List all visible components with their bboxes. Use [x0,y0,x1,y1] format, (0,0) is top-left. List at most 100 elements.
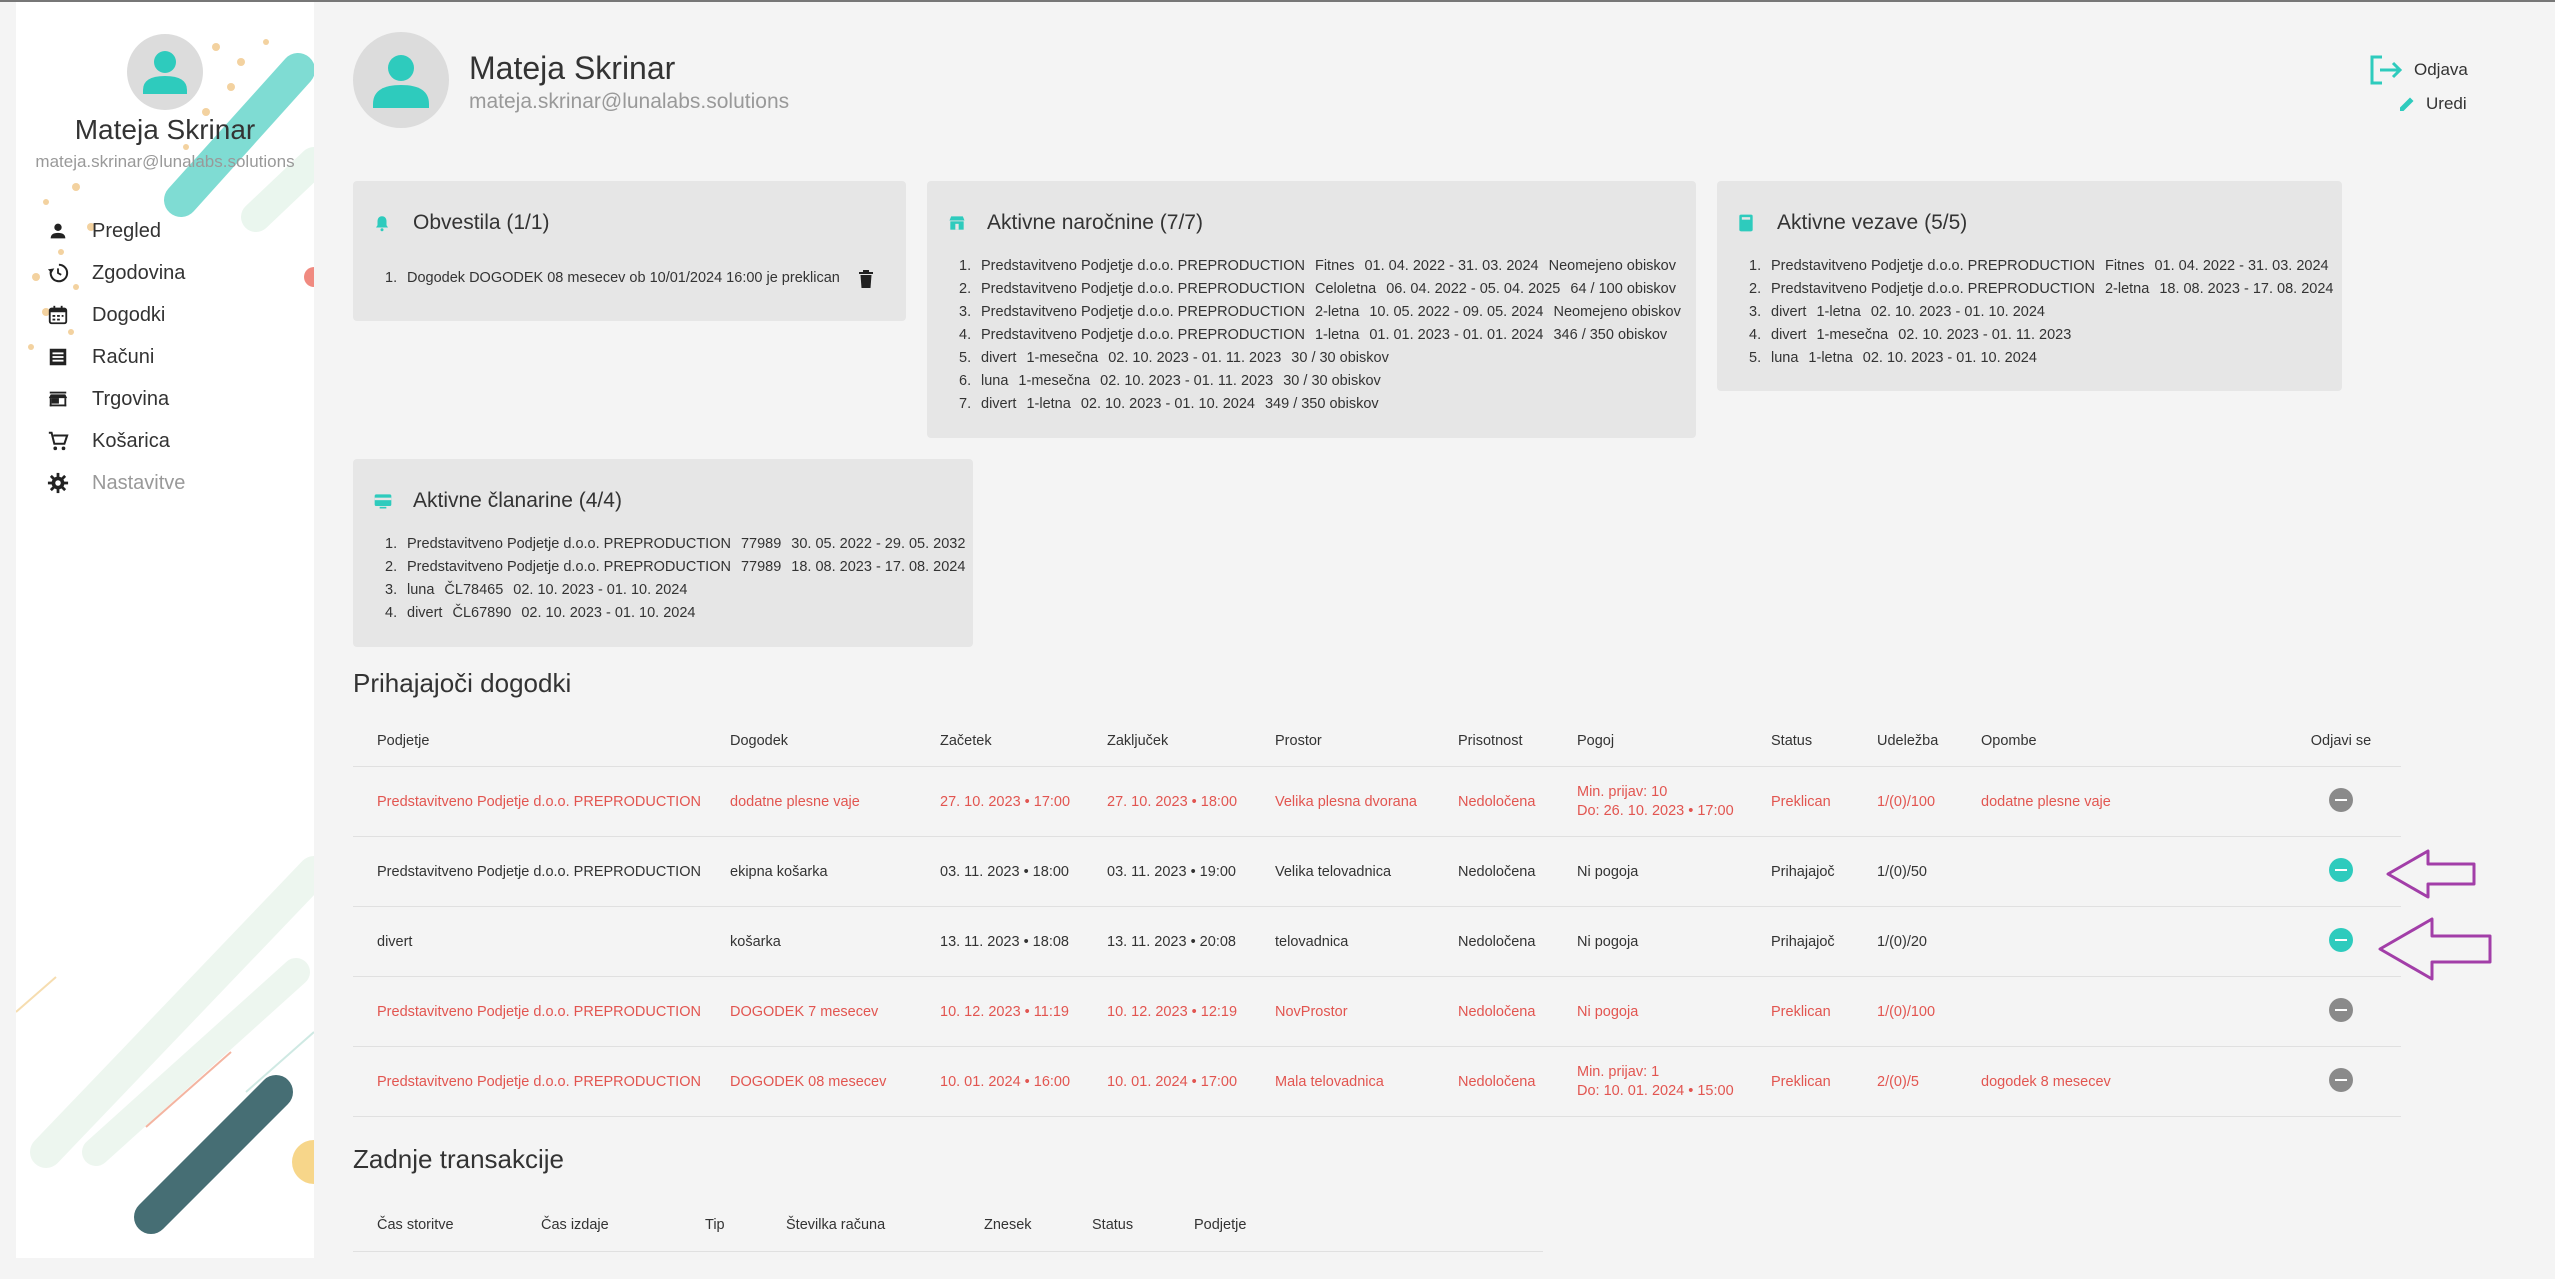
sidebar-item-kosarica[interactable]: Košarica [46,420,306,462]
sidebar-item-nastavitve[interactable]: Nastavitve [46,462,306,504]
cell-end: 10. 01. 2024 • 17:00 [1083,1046,1251,1117]
delete-notification-button[interactable] [858,269,874,288]
edit-label: Uredi [2426,94,2467,113]
sidebar-item-label: Pregled [92,219,161,242]
cell-condition: Min. prijav: 1 Do: 10. 01. 2024 • 15:00 [1553,1046,1747,1117]
list-item: 2. Predstavitveno Podjetje d.o.o. PREPROD… [385,556,965,579]
unsubscribe-button[interactable] [2329,927,2353,952]
card-icon [373,490,395,512]
unsubscribe-button[interactable] [2329,1067,2353,1092]
list-field: 30. 05. 2022 - 29. 05. 2032 [791,536,966,552]
list-item: 1. Predstavitveno Podjetje d.o.o. PREPROD… [959,255,1681,278]
list-item: 5. divert 1-mesečna 02. 10. 2023 - 01. 11. … [959,347,1681,370]
subscriptions-list: 1. Predstavitveno Podjetje d.o.o. PREPROD… [959,255,1681,416]
cell-notes [1957,976,2281,1047]
condition-line: Min. prijav: 1 [1577,1064,1660,1080]
list-item: 4. divert 1-mesečna 02. 10. 2023 - 01. 11. … [1749,324,2333,347]
list-field: 10. 05. 2022 - 09. 05. 2024 [1369,304,1544,320]
list-field: 2-letna [1314,304,1360,320]
events-table-header: Podjetje Dogodek Začetek Zaključek Prost… [353,716,2401,767]
cell-attendance: 2/(0)/5 [1853,1046,1957,1117]
list-index: 6. [959,373,972,389]
list-item: 1. Dogodek DOGODEK 08 mesecev ob 10/01/20… [385,267,874,290]
list-field: 77989 [740,559,782,575]
unsubscribe-button[interactable] [2329,787,2353,812]
list-field: Fitnes [2104,258,2145,274]
notifications-card-title: Obvestila (1/1) [373,211,550,235]
cell-end: 13. 11. 2023 • 20:08 [1083,906,1251,977]
edit-button[interactable]: Uredi [2398,94,2467,114]
list-field: luna [981,373,1009,389]
list-field: Predstavitveno Podjetje d.o.o. PREPRODUC… [1771,281,2095,297]
sidebar-item-trgovina[interactable]: Trgovina [46,378,306,420]
logout-button[interactable]: Odjava [2368,54,2468,86]
cell-condition: Ni pogoja [1553,976,1747,1047]
unsubscribe-button[interactable] [2329,997,2353,1022]
transactions-table: Čas storitve Čas izdaje Tip Številka rač… [353,1199,1543,1252]
list-field: 18. 08. 2023 - 17. 08. 2024 [2159,281,2334,297]
sidebar-item-pregled[interactable]: Pregled [46,210,306,252]
condition-line: Ni pogoja [1577,933,1639,950]
cell-attendance: 1/(0)/100 [1853,766,1957,837]
list-index: 4. [385,605,398,621]
cell-start: 03. 11. 2023 • 18:00 [916,836,1083,907]
cell-status: Prihajajoč [1747,906,1853,977]
cell-company: Predstavitveno Podjetje d.o.o. PREPRODUC… [353,976,706,1047]
list-field: 02. 10. 2023 - 01. 11. 2023 [1100,373,1274,389]
list-field: Celoletna [1314,281,1377,297]
bonds-list: 1. Predstavitveno Podjetje d.o.o. PREPROD… [1749,255,2333,370]
list-field: 02. 10. 2023 - 01. 11. 2023 [1108,350,1282,366]
table-row: Predstavitveno Podjetje d.o.o. PREPRODUC… [353,766,2401,837]
list-item: 7. divert 1-letna 02. 10. 2023 - 01. 10. 20… [959,393,1681,416]
list-field: 06. 04. 2022 - 05. 04. 2025 [1386,281,1561,297]
cell-event: DOGODEK 7 mesecev [706,976,916,1047]
list-index: 3. [385,582,398,598]
list-field: 1-mesečna [1018,373,1091,389]
list-item: 5. luna 1-letna 02. 10. 2023 - 01. 10. 2024 [1749,347,2333,370]
notifications-list: 1. Dogodek DOGODEK 08 mesecev ob 10/01/20… [385,267,874,290]
events-section-title: Prihajajoči dogodki [353,668,572,698]
sidebar-item-racuni[interactable]: Računi [46,336,306,378]
sidebar-user-email: mateja.skrinar@lunalabs.solutions [35,152,295,171]
list-index: 1. [385,536,398,552]
cell-event: DOGODEK 08 mesecev [706,1046,916,1117]
sidebar-item-zgodovina[interactable]: Zgodovina [46,252,306,294]
list-field: 1-letna [1314,327,1360,343]
cell-room: Mala telovadnica [1251,1046,1434,1117]
list-index: 1. [959,258,972,274]
cell-start: 27. 10. 2023 • 17:00 [916,766,1083,837]
condition-line: Min. prijav: 10 [1577,784,1668,800]
cell-attendance: 1/(0)/50 [1853,836,1957,907]
cell-unsubscribe [2281,1046,2401,1117]
column-header: Znesek [960,1199,1068,1252]
column-header: Status [1068,1199,1170,1252]
transactions-table-header: Čas storitve Čas izdaje Tip Številka rač… [353,1199,1543,1252]
list-field: divert [1771,304,1807,320]
list-field: 18. 08. 2023 - 17. 08. 2024 [791,559,966,575]
sidebar-item-label: Zgodovina [92,261,186,284]
column-header: Zaključek [1083,716,1251,767]
store-icon [947,212,969,234]
gear-icon [46,471,70,495]
list-item: 6. luna 1-mesečna 02. 10. 2023 - 01. 11. 20… [959,370,1681,393]
list-field: Predstavitveno Podjetje d.o.o. PREPRODUC… [407,559,731,575]
pencil-icon [2400,97,2414,111]
list-field: 02. 10. 2023 - 01. 10. 2024 [1080,396,1255,412]
list-field: 02. 10. 2023 - 01. 10. 2024 [1870,304,2045,320]
list-index: 3. [1749,304,1762,320]
calendar-icon [46,303,70,327]
list-item: 3. divert 1-letna 02. 10. 2023 - 01. 10. 20… [1749,301,2333,324]
memberships-card: Aktivne članarine (4/4) 1. Predstavitveno… [353,459,973,647]
list-field: 64 / 100 obiskov [1570,281,1676,297]
annotation-arrow-icon [2378,917,2492,981]
cell-unsubscribe [2281,766,2401,837]
cell-start: 10. 12. 2023 • 11:19 [916,976,1083,1047]
list-field: divert [407,605,443,621]
unsubscribe-button[interactable] [2329,857,2353,882]
person-icon [143,51,187,94]
column-header: Začetek [916,716,1083,767]
list-item: 2. Predstavitveno Podjetje d.o.o. PREPROD… [959,278,1681,301]
cell-presence: Nedoločena [1434,906,1553,977]
sidebar-item-dogodki[interactable]: Dogodki [46,294,306,336]
cell-status: Preklican [1747,976,1853,1047]
